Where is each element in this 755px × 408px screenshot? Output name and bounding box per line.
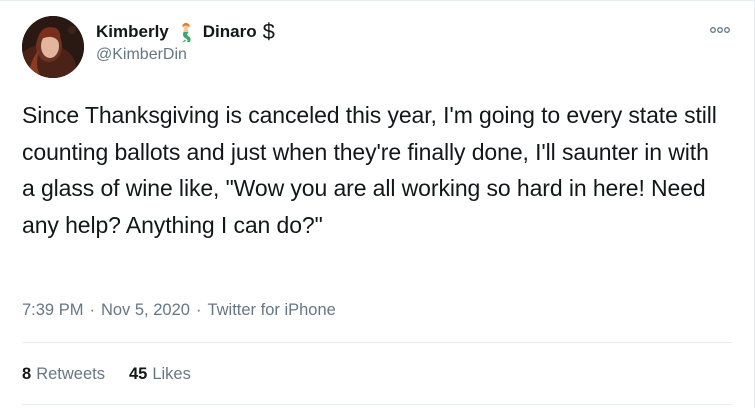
display-name-last: Dinaro <box>202 22 257 41</box>
avatar-image <box>22 16 84 78</box>
display-name[interactable]: Kimberly Dinaro $ <box>96 19 275 44</box>
mermaid-emoji-icon <box>175 21 197 43</box>
tweet-card: Kimberly Dinaro $ @KimberDin Since Thank… <box>0 0 755 408</box>
tweet-date[interactable]: Nov 5, 2020 <box>101 301 190 319</box>
dollar-sign: $ <box>262 19 275 44</box>
tweet-source[interactable]: Twitter for iPhone <box>207 301 335 319</box>
retweets-stat[interactable]: 8 Retweets <box>22 365 105 384</box>
divider <box>22 404 732 405</box>
tweet-text: Since Thanksgiving is canceled this year… <box>22 102 717 238</box>
divider <box>22 342 732 343</box>
avatar[interactable] <box>22 16 84 78</box>
tweet-meta: 7:39 PM · Nov 5, 2020 · Twitter for iPhone <box>22 301 336 320</box>
meta-separator: · <box>195 301 202 319</box>
user-handle[interactable]: @KimberDin <box>96 46 187 64</box>
meta-separator: · <box>89 301 95 319</box>
display-name-first: Kimberly <box>96 22 169 41</box>
likes-count: 45 <box>128 365 148 383</box>
more-options-icon[interactable] <box>708 23 732 37</box>
retweets-count: 8 <box>22 365 32 383</box>
likes-stat[interactable]: 45 Likes <box>129 365 191 384</box>
retweets-label: Retweets <box>36 365 105 383</box>
likes-label: Likes <box>152 365 191 383</box>
tweet-stats: 8 Retweets 45 Likes <box>22 365 215 384</box>
tweet-time[interactable]: 7:39 PM <box>22 301 83 319</box>
